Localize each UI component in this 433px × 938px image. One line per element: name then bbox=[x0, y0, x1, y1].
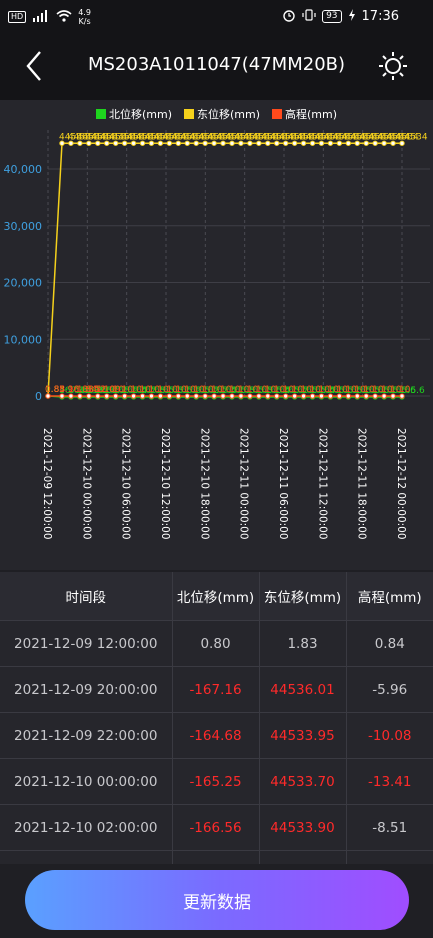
x-tick-label: 2021-12-12 00:00:00 bbox=[395, 428, 407, 540]
legend-label-east: 东位移(mm) bbox=[196, 108, 260, 121]
cell-east: 44536.01 bbox=[259, 666, 347, 713]
table-row[interactable]: 2021-12-10 02:00:00 -166.56 44533.90 -8.51 bbox=[0, 804, 433, 851]
data-table: 时间段 北位移(mm) 东位移(mm) 高程(mm) 2021-12-09 12… bbox=[0, 572, 433, 864]
cell-east: 44533.70 bbox=[259, 758, 347, 805]
chevron-left-icon bbox=[26, 51, 41, 81]
legend-label-north: 北位移(mm) bbox=[108, 108, 172, 121]
app-header: MS203A1011047(47MM20B) bbox=[0, 32, 433, 100]
table-row[interactable]: 2021-12-09 20:00:00 -167.16 44536.01 -5.96 bbox=[0, 666, 433, 713]
header-time[interactable]: 时间段 bbox=[0, 572, 173, 621]
legend-swatch-east bbox=[183, 109, 194, 119]
wifi-icon bbox=[56, 9, 72, 25]
cell-elev: 0.84 bbox=[346, 620, 433, 667]
cell-time: 2021-12-09 22:00:00 bbox=[0, 712, 173, 759]
data-label: 44534 bbox=[399, 132, 428, 142]
legend-label-elev: 高程(mm) bbox=[285, 108, 338, 121]
x-tick-label: 2021-12-10 06:00:00 bbox=[120, 428, 132, 540]
legend-item-north[interactable]: 北位移(mm) bbox=[95, 106, 172, 122]
y-tick-label: 0 bbox=[35, 390, 42, 403]
y-tick-label: 40,000 bbox=[4, 163, 43, 176]
network-speed-value: 4.9 bbox=[78, 8, 91, 17]
table-row[interactable]: 2021-12-10 04:00:00-166.0244533.15-12.09 bbox=[0, 850, 433, 864]
device-title: MS203A1011047(47MM20B) bbox=[87, 54, 346, 75]
cell-time: 2021-12-10 02:00:00 bbox=[0, 804, 173, 851]
x-tick-label: 2021-12-09 12:00:00 bbox=[41, 428, 53, 540]
cell-time: 2021-12-09 20:00:00 bbox=[0, 666, 173, 713]
status-bar: HD 4.9 K/s 93 17:36 bbox=[0, 0, 433, 32]
data-table-container[interactable]: 时间段 北位移(mm) 东位移(mm) 高程(mm) 2021-12-09 12… bbox=[0, 572, 433, 864]
table-row[interactable]: 2021-12-09 12:00:00 0.80 1.83 0.84 bbox=[0, 620, 433, 667]
network-speed-unit: K/s bbox=[78, 17, 91, 26]
cell-north: -167.16 bbox=[172, 666, 260, 713]
cell-time: 2021-12-10 04:00:00 bbox=[0, 850, 173, 864]
y-tick-label: 10,000 bbox=[4, 333, 43, 346]
battery-level: 93 bbox=[322, 10, 342, 23]
update-data-button[interactable]: 更新数据 bbox=[25, 870, 409, 930]
clock-time: 17:36 bbox=[361, 9, 399, 24]
cell-elev: -13.41 bbox=[346, 758, 433, 805]
cell-north: -166.56 bbox=[172, 804, 260, 851]
series-line-1 bbox=[47, 142, 402, 397]
cell-elev: -12.09 bbox=[346, 850, 433, 864]
legend-item-elev[interactable]: 高程(mm) bbox=[272, 106, 337, 122]
settings-button[interactable] bbox=[377, 50, 409, 82]
table-body: 2021-12-09 12:00:00 0.80 1.83 0.84 2021-12-0… bbox=[0, 620, 433, 864]
table-header-row: 时间段 北位移(mm) 东位移(mm) 高程(mm) bbox=[0, 572, 433, 621]
cell-east: 44533.95 bbox=[259, 712, 347, 759]
legend-item-east[interactable]: 东位移(mm) bbox=[183, 106, 260, 122]
vibrate-icon bbox=[302, 8, 316, 25]
data-label: 10 bbox=[399, 385, 411, 395]
chart-legend: 北位移(mm) 东位移(mm) 高程(mm) bbox=[0, 106, 433, 122]
displacement-chart: 0 10,000 20,000 30,000 40,000 2021-12-09 12:0… bbox=[0, 100, 433, 570]
chart-canvas: 0 10,000 20,000 30,000 40,000 2021-12-09 12:0… bbox=[4, 130, 430, 540]
y-tick-label: 20,000 bbox=[4, 277, 43, 290]
table-row[interactable]: 2021-12-09 22:00:00 -164.68 44533.95 -10.08 bbox=[0, 712, 433, 759]
cell-north: -165.25 bbox=[172, 758, 260, 805]
header-north[interactable]: 北位移(mm) bbox=[172, 572, 260, 621]
x-tick-label: 2021-12-10 00:00:00 bbox=[80, 428, 92, 540]
cellular-signal-icon bbox=[32, 9, 50, 25]
x-tick-label: 2021-12-11 12:00:00 bbox=[316, 428, 328, 540]
sun-settings-icon bbox=[379, 52, 407, 80]
charging-icon bbox=[348, 9, 356, 24]
cell-north: -164.68 bbox=[172, 712, 260, 759]
cell-east: 44533.15 bbox=[259, 850, 347, 864]
cell-time: 2021-12-09 12:00:00 bbox=[0, 620, 173, 667]
alarm-icon bbox=[282, 8, 296, 25]
hd-badge: HD bbox=[8, 11, 27, 23]
x-tick-label: 2021-12-10 12:00:00 bbox=[159, 428, 171, 540]
legend-swatch-elev bbox=[272, 109, 282, 119]
network-speed: 4.9 K/s bbox=[78, 8, 91, 26]
x-tick-label: 2021-12-11 06:00:00 bbox=[277, 428, 289, 540]
x-tick-label: 2021-12-11 00:00:00 bbox=[238, 428, 250, 540]
cell-east: 1.83 bbox=[259, 620, 347, 667]
header-east[interactable]: 东位移(mm) bbox=[259, 572, 347, 621]
header-elev[interactable]: 高程(mm) bbox=[346, 572, 433, 621]
cell-north: -166.02 bbox=[172, 850, 260, 864]
legend-swatch-north bbox=[95, 109, 106, 119]
cell-north: 0.80 bbox=[172, 620, 260, 667]
back-button[interactable] bbox=[20, 48, 50, 84]
cell-east: 44533.90 bbox=[259, 804, 347, 851]
cell-elev: -10.08 bbox=[346, 712, 433, 759]
cell-elev: -8.51 bbox=[346, 804, 433, 851]
x-tick-label: 2021-12-11 18:00:00 bbox=[356, 428, 368, 540]
y-tick-label: 30,000 bbox=[4, 220, 43, 233]
x-tick-label: 2021-12-10 18:00:00 bbox=[198, 428, 210, 540]
cell-time: 2021-12-10 00:00:00 bbox=[0, 758, 173, 805]
table-row[interactable]: 2021-12-10 00:00:00 -165.25 44533.70 -13.41 bbox=[0, 758, 433, 805]
cell-elev: -5.96 bbox=[346, 666, 433, 713]
